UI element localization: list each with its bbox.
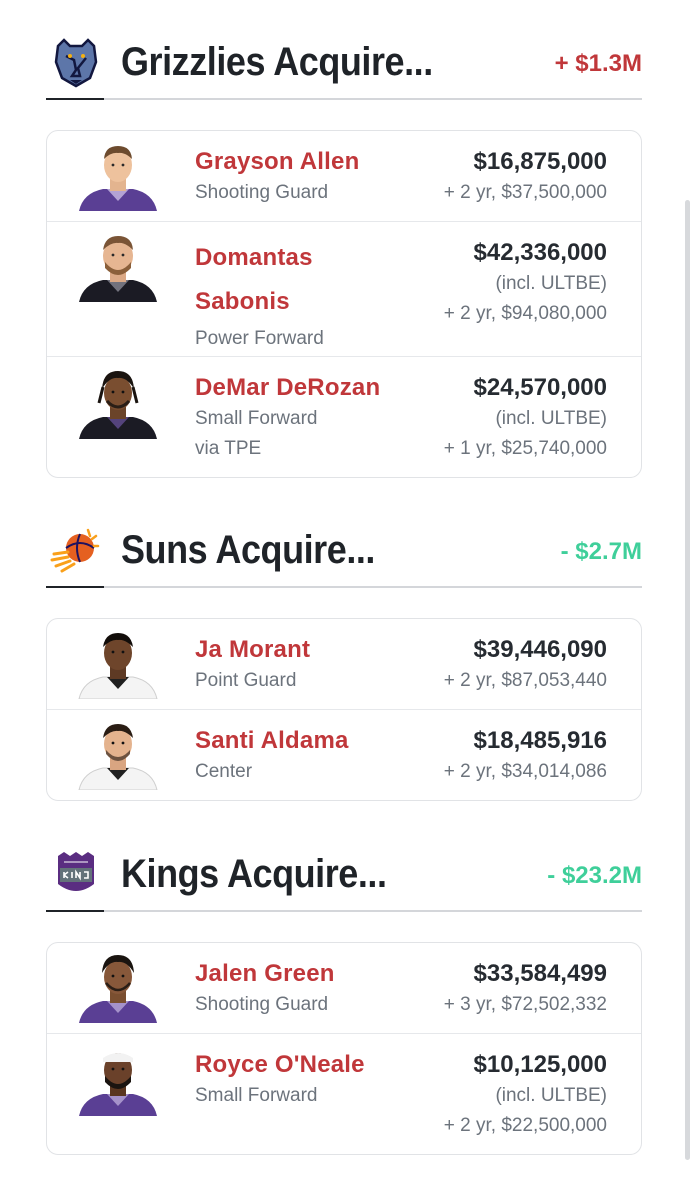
player-headshot-icon — [79, 371, 157, 439]
player-salary: $24,570,000 — [473, 374, 607, 401]
section-header: Grizzlies Acquire... + $1.3M — [46, 36, 642, 100]
salary-delta: + $1.3M — [554, 50, 642, 77]
ultbe-note: (incl. ULTBE) — [495, 408, 607, 429]
contract-years: + 3 yr, $72,502,332 — [443, 994, 607, 1015]
player-contract: $16,875,000 + 2 yr, $37,500,000 — [444, 145, 607, 208]
player-info: Royce O'Neale Small Forward — [195, 1048, 405, 1111]
section-title: Grizzlies Acquire... — [121, 40, 433, 84]
player-row[interactable]: Santi Aldama Center $18,485,916 + 2 yr, … — [47, 709, 641, 800]
player-position: Center — [195, 761, 253, 782]
section-divider — [46, 98, 642, 100]
contract-years: + 2 yr, $34,014,086 — [443, 761, 607, 782]
player-salary: $39,446,090 — [473, 636, 607, 663]
player-salary: $10,125,000 — [473, 1051, 607, 1078]
contract-years: + 2 yr, $37,500,000 — [443, 182, 607, 203]
salary-delta: - $23.2M — [547, 862, 642, 889]
player-position: Power Forward — [195, 328, 324, 349]
player-position: Shooting Guard — [195, 994, 329, 1015]
player-row[interactable]: Royce O'Neale Small Forward $10,125,000 … — [47, 1033, 641, 1154]
player-name[interactable]: Grayson Allen — [195, 145, 405, 178]
player-row[interactable]: Domantas Sabonis Power Forward $42,336,0… — [47, 221, 641, 356]
player-row[interactable]: DeMar DeRozan Small Forward via TPE $24,… — [47, 356, 641, 477]
grizzlies-logo-icon — [54, 38, 98, 88]
player-headshot-icon — [79, 955, 157, 1023]
player-contract: $33,584,499 + 3 yr, $72,502,332 — [444, 957, 607, 1020]
player-info: Grayson Allen Shooting Guard — [195, 145, 405, 208]
player-info: Domantas Sabonis Power Forward — [195, 236, 345, 354]
section-divider-accent — [46, 586, 104, 588]
player-info: Ja Morant Point Guard — [195, 633, 405, 696]
section-divider — [46, 910, 642, 912]
ultbe-note: (incl. ULTBE) — [495, 273, 607, 294]
section-header: Suns Acquire... - $2.7M — [46, 524, 642, 588]
player-contract: $24,570,000 (incl. ULTBE) + 1 yr, $25,74… — [444, 371, 607, 464]
player-headshot-icon — [79, 1053, 157, 1116]
acquisition-via: via TPE — [195, 438, 262, 459]
scrollbar[interactable] — [685, 200, 690, 1160]
player-contract: $18,485,916 + 2 yr, $34,014,086 — [444, 724, 607, 787]
player-headshot-icon — [79, 236, 157, 302]
contract-years: + 1 yr, $25,740,000 — [443, 438, 607, 459]
player-list-card: Jalen Green Shooting Guard $33,584,499 +… — [46, 942, 642, 1155]
player-info: Santi Aldama Center — [195, 724, 405, 787]
player-list-card: Ja Morant Point Guard $39,446,090 + 2 yr… — [46, 618, 642, 801]
section-header: Kings Acquire... - $23.2M — [46, 848, 642, 912]
section-title: Kings Acquire... — [121, 852, 387, 896]
player-contract: $39,446,090 + 2 yr, $87,053,440 — [444, 633, 607, 696]
player-contract: $42,336,000 (incl. ULTBE) + 2 yr, $94,08… — [444, 236, 607, 329]
player-name[interactable]: Royce O'Neale — [195, 1048, 405, 1081]
suns-logo-icon — [50, 528, 100, 573]
contract-years: + 2 yr, $87,053,440 — [443, 670, 607, 691]
trade-section-suns: Suns Acquire... - $2.7M Ja Morant Point … — [46, 524, 642, 801]
kings-logo-icon — [58, 852, 94, 891]
player-list-card: Grayson Allen Shooting Guard $16,875,000… — [46, 130, 642, 478]
player-info: Jalen Green Shooting Guard — [195, 957, 405, 1020]
player-name[interactable]: Jalen Green — [195, 957, 405, 990]
section-divider-accent — [46, 98, 104, 100]
player-salary: $33,584,499 — [473, 960, 607, 987]
ultbe-note: (incl. ULTBE) — [495, 1085, 607, 1106]
contract-years: + 2 yr, $94,080,000 — [443, 303, 607, 324]
contract-years: + 2 yr, $22,500,000 — [443, 1115, 607, 1136]
player-contract: $10,125,000 (incl. ULTBE) + 2 yr, $22,50… — [444, 1048, 607, 1141]
section-divider — [46, 586, 642, 588]
player-position: Point Guard — [195, 670, 297, 691]
player-position: Small Forward — [195, 1085, 318, 1106]
player-row[interactable]: Jalen Green Shooting Guard $33,584,499 +… — [47, 943, 641, 1033]
player-name[interactable]: Ja Morant — [195, 633, 405, 666]
player-row[interactable]: Ja Morant Point Guard $39,446,090 + 2 yr… — [47, 619, 641, 709]
player-row[interactable]: Grayson Allen Shooting Guard $16,875,000… — [47, 131, 641, 221]
player-name[interactable]: DeMar DeRozan — [195, 371, 405, 404]
player-salary: $16,875,000 — [473, 148, 607, 175]
salary-delta: - $2.7M — [560, 538, 642, 565]
player-info: DeMar DeRozan Small Forward via TPE — [195, 371, 405, 464]
player-salary: $42,336,000 — [473, 239, 607, 266]
section-divider-accent — [46, 910, 104, 912]
player-headshot-icon — [79, 146, 157, 211]
section-title: Suns Acquire... — [121, 528, 375, 572]
trade-section-grizzlies: Grizzlies Acquire... + $1.3M Grayson All… — [46, 36, 642, 478]
trade-section-kings: Kings Acquire... - $23.2M Jalen Green Sh… — [46, 848, 642, 1155]
player-position: Shooting Guard — [195, 182, 329, 203]
player-position: Small Forward — [195, 408, 318, 429]
player-headshot-icon — [78, 633, 158, 699]
player-salary: $18,485,916 — [473, 727, 607, 754]
player-name[interactable]: Santi Aldama — [195, 724, 405, 757]
player-headshot-icon — [78, 724, 158, 790]
player-name[interactable]: Domantas Sabonis — [195, 236, 345, 324]
